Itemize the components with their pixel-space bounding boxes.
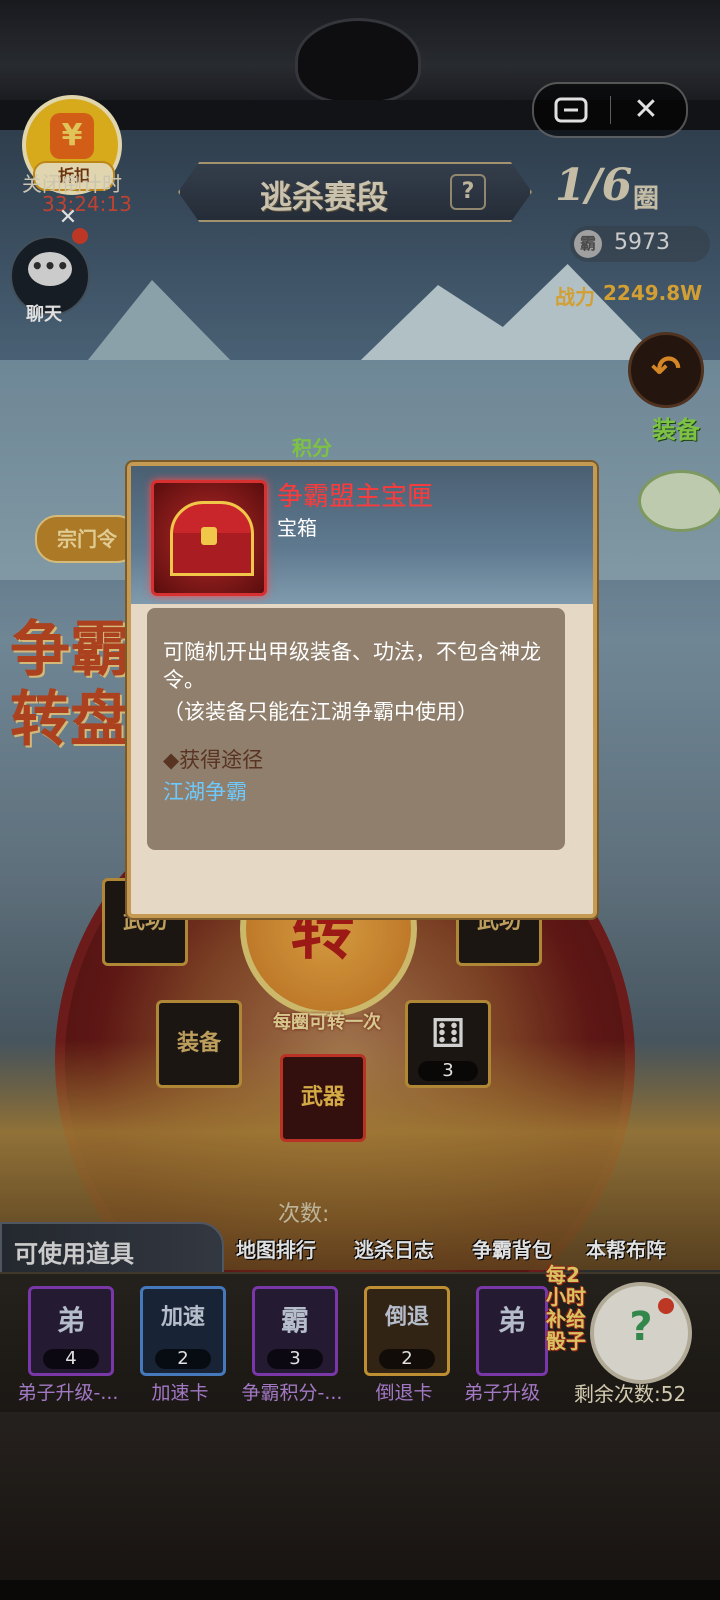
popup-header: 争霸盟主宝匣 宝箱 (131, 466, 593, 604)
source-link[interactable]: 江湖争霸 (163, 776, 247, 806)
item-detail-popup: 争霸盟主宝匣 宝箱 可随机开出甲级装备、功法，不包含神龙令。 （该装备只能在江湖… (127, 462, 597, 918)
item-description-box: 可随机开出甲级装备、功法，不包含神龙令。 （该装备只能在江湖争霸中使用） ◆获得… (147, 608, 565, 850)
item-usage-note: （该装备只能在江湖争霸中使用） (163, 700, 478, 724)
item-type: 宝箱 (277, 516, 317, 540)
treasure-chest-icon (151, 480, 267, 596)
item-name-title: 争霸盟主宝匣 (277, 482, 434, 512)
item-description: 可随机开出甲级装备、功法，不包含神龙令。 (163, 640, 541, 692)
source-heading: ◆获得途径 (163, 748, 264, 772)
chest-lock (201, 527, 217, 545)
